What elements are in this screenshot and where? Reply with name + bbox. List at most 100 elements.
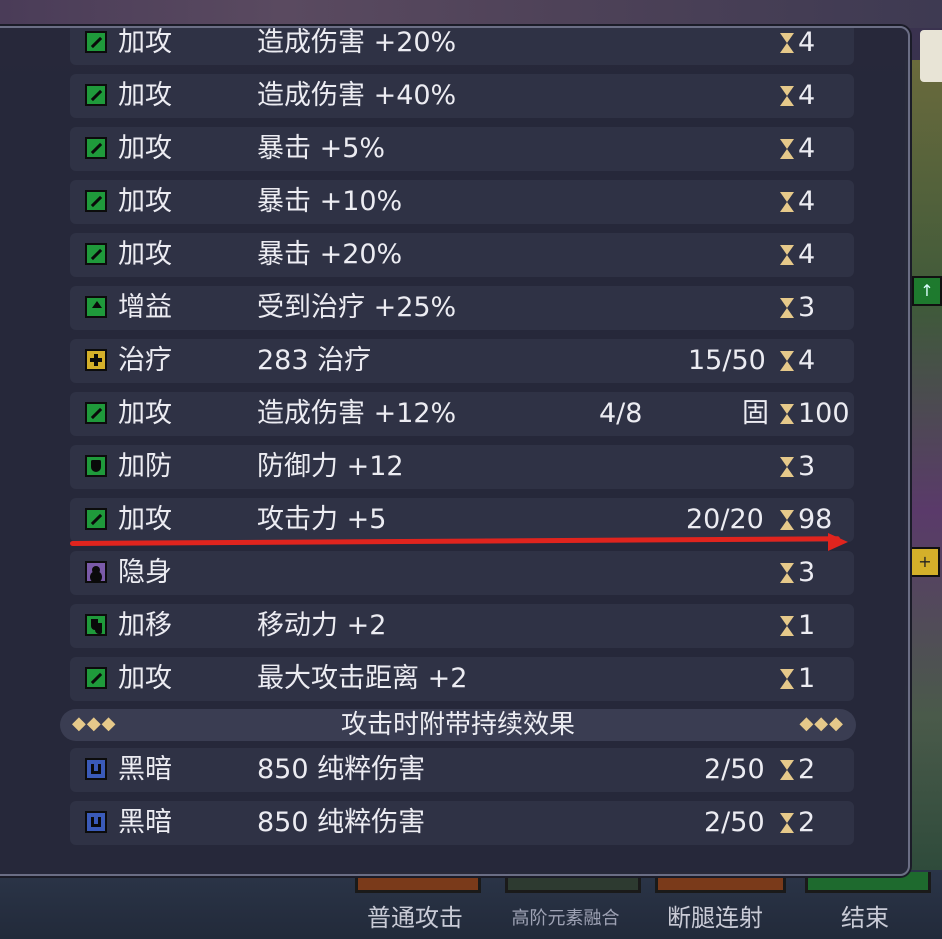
effect-type: 加攻 bbox=[118, 133, 172, 164]
effect-type: 治疗 bbox=[118, 345, 172, 376]
attack-up-icon bbox=[85, 402, 107, 424]
list-item: 加攻 暴击 +5% 4 bbox=[70, 127, 854, 171]
attack-up-icon bbox=[85, 667, 107, 689]
skill-leg-shot[interactable]: 断腿连射 bbox=[650, 898, 780, 939]
effect-type: 隐身 bbox=[118, 557, 172, 588]
effect-stacks: 2/50 bbox=[704, 807, 765, 838]
effect-duration: 4 bbox=[798, 133, 816, 164]
list-item: 黑暗 850 纯粹伤害 2/50 2 bbox=[70, 801, 854, 845]
list-item: 加攻 暴击 +20% 4 bbox=[70, 233, 854, 277]
dark-claw-icon bbox=[85, 811, 107, 833]
list-item: 加移 移动力 +2 1 bbox=[70, 604, 854, 648]
effect-type: 加攻 bbox=[118, 27, 172, 58]
effect-type: 加攻 bbox=[118, 186, 172, 217]
effect-stacks: 2/50 bbox=[704, 754, 765, 785]
skill-normal-attack[interactable]: 普通攻击 bbox=[350, 898, 480, 939]
section-title: 攻击时附带持续效果 bbox=[340, 710, 575, 740]
hourglass-icon bbox=[780, 245, 794, 265]
skill-elemental-fusion[interactable]: 高阶元素融合 bbox=[488, 898, 643, 939]
effect-description: 受到治疗 +25% bbox=[257, 292, 457, 323]
effect-type: 加攻 bbox=[118, 398, 172, 429]
attack-up-icon bbox=[85, 31, 107, 53]
hourglass-icon bbox=[780, 510, 794, 530]
effect-description: 暴击 +10% bbox=[257, 186, 403, 217]
effect-duration: 1 bbox=[798, 610, 816, 641]
effect-type: 加防 bbox=[118, 451, 172, 482]
attack-up-icon bbox=[85, 508, 107, 530]
hourglass-icon bbox=[780, 33, 794, 53]
side-buff-up-icon: ↑ bbox=[912, 276, 942, 306]
battlefield-edge bbox=[905, 60, 942, 880]
end-turn-button[interactable]: 结束 bbox=[800, 898, 930, 939]
effect-duration: 3 bbox=[798, 292, 816, 323]
dark-claw-icon bbox=[85, 758, 107, 780]
ornament-dots-right: ◆◆◆ bbox=[799, 713, 844, 734]
effect-description: 造成伤害 +20% bbox=[257, 27, 457, 58]
status-effects-panel[interactable]: 加攻 造成伤害 +20% 4 加攻 造成伤害 +40% 4 加攻 暴击 +5% … bbox=[0, 26, 910, 876]
stealth-icon bbox=[85, 561, 107, 583]
effect-type: 加移 bbox=[118, 610, 172, 641]
hourglass-icon bbox=[780, 192, 794, 212]
effect-count: 4/8 bbox=[599, 398, 643, 429]
effect-description: 最大攻击距离 +2 bbox=[257, 663, 468, 694]
hourglass-icon bbox=[780, 563, 794, 583]
hourglass-icon bbox=[780, 457, 794, 477]
effect-description: 移动力 +2 bbox=[257, 610, 387, 641]
list-item: 加攻 造成伤害 +40% 4 bbox=[70, 74, 854, 118]
effect-duration: 3 bbox=[798, 557, 816, 588]
hourglass-icon bbox=[780, 351, 794, 371]
boot-icon bbox=[85, 614, 107, 636]
effect-duration: 2 bbox=[798, 807, 816, 838]
hourglass-icon bbox=[780, 404, 794, 424]
list-item: 隐身 3 bbox=[70, 551, 854, 595]
effect-description: 攻击力 +5 bbox=[257, 504, 387, 535]
hourglass-icon bbox=[780, 139, 794, 159]
corner-menu-button[interactable] bbox=[920, 30, 942, 82]
hourglass-icon bbox=[780, 298, 794, 318]
attack-up-icon bbox=[85, 190, 107, 212]
effect-duration: 4 bbox=[798, 80, 816, 111]
list-item: 加攻 最大攻击距离 +2 1 bbox=[70, 657, 854, 701]
annotation-arrow-head bbox=[828, 533, 848, 551]
effect-type: 加攻 bbox=[118, 239, 172, 270]
effect-duration: 4 bbox=[798, 186, 816, 217]
effect-description: 造成伤害 +40% bbox=[257, 80, 457, 111]
effect-duration: 4 bbox=[798, 345, 816, 376]
list-item: 增益 受到治疗 +25% 3 bbox=[70, 286, 854, 330]
effect-type: 黑暗 bbox=[118, 754, 172, 785]
shield-icon bbox=[85, 455, 107, 477]
list-item: 加攻 造成伤害 +20% 4 bbox=[70, 27, 854, 65]
list-item: 黑暗 850 纯粹伤害 2/50 2 bbox=[70, 748, 854, 792]
effect-duration: 2 bbox=[798, 754, 816, 785]
hourglass-icon bbox=[780, 616, 794, 636]
effect-type: 黑暗 bbox=[118, 807, 172, 838]
effect-type: 加攻 bbox=[118, 663, 172, 694]
attack-up-icon bbox=[85, 243, 107, 265]
side-heal-icon: + bbox=[910, 547, 940, 577]
effect-description: 造成伤害 +12% bbox=[257, 398, 457, 429]
effect-description: 850 纯粹伤害 bbox=[257, 807, 426, 838]
buff-up-icon bbox=[85, 296, 107, 318]
hourglass-icon bbox=[780, 86, 794, 106]
heal-icon bbox=[85, 349, 107, 371]
list-item: 加攻 攻击力 +5 20/20 98 bbox=[70, 498, 854, 542]
hourglass-icon bbox=[780, 813, 794, 833]
hourglass-icon bbox=[780, 760, 794, 780]
effect-description: 850 纯粹伤害 bbox=[257, 754, 426, 785]
list-item: 治疗 283 治疗 15/50 4 bbox=[70, 339, 854, 383]
effect-fixed-mark: 固 bbox=[742, 398, 769, 429]
list-item: 加攻 暴击 +10% 4 bbox=[70, 180, 854, 224]
list-item: 加防 防御力 +12 3 bbox=[70, 445, 854, 489]
effect-type: 加攻 bbox=[118, 80, 172, 111]
effect-stacks: 20/20 bbox=[686, 504, 764, 535]
effect-duration: 4 bbox=[798, 27, 816, 58]
effect-description: 暴击 +20% bbox=[257, 239, 403, 270]
attack-up-icon bbox=[85, 137, 107, 159]
effect-description: 暴击 +5% bbox=[257, 133, 386, 164]
attack-up-icon bbox=[85, 84, 107, 106]
effect-type: 增益 bbox=[118, 292, 172, 323]
effect-duration: 100 bbox=[798, 398, 850, 429]
effect-stacks: 15/50 bbox=[688, 345, 766, 376]
effect-duration: 4 bbox=[798, 239, 816, 270]
effect-type: 加攻 bbox=[118, 504, 172, 535]
